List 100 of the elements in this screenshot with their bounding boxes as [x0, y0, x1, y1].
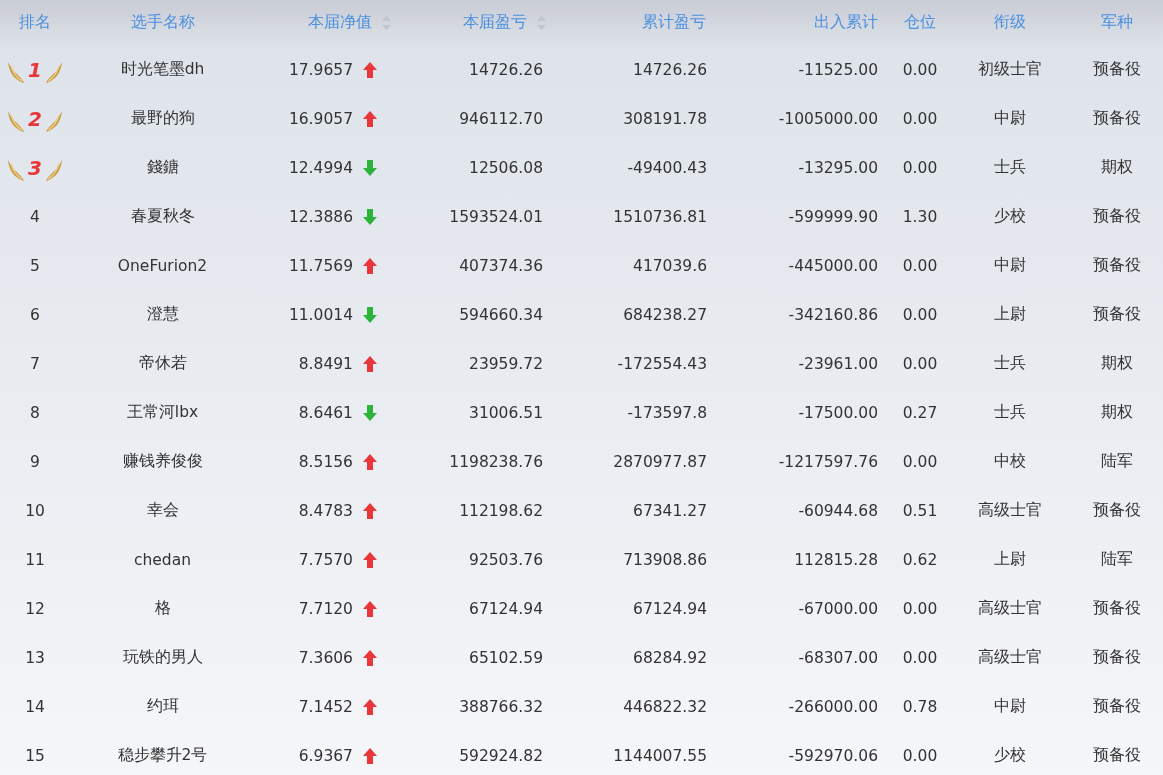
rank-number: 10 [25, 501, 45, 520]
column-header: 选手名称 [130, 12, 195, 33]
net-value: 11.7569 [288, 256, 353, 275]
player-name: 幸会 [146, 500, 179, 521]
net-value: 6.9367 [298, 746, 353, 765]
position-value: 0.00 [902, 452, 938, 471]
service-branch: 预备役 [1092, 59, 1141, 80]
profit-value: 12506.08 [469, 158, 543, 177]
service-branch: 预备役 [1092, 255, 1141, 276]
cumulative-profit: -172554.43 [617, 354, 707, 373]
rank-title: 初级士官 [978, 59, 1042, 80]
net-value: 8.6461 [298, 403, 353, 422]
rank-number: 15 [25, 746, 45, 765]
net-value: 8.4783 [298, 501, 353, 520]
in-out-total: -60944.68 [798, 501, 878, 520]
in-out-total: -68307.00 [798, 648, 878, 667]
cumulative-profit: 446822.32 [623, 697, 707, 716]
profit-value: 65102.59 [469, 648, 543, 667]
cumulative-profit: 68284.92 [633, 648, 707, 667]
service-branch: 预备役 [1092, 745, 1141, 766]
position-value: 0.00 [902, 354, 938, 373]
position-value: 0.51 [902, 501, 938, 520]
position-value: 0.00 [902, 599, 938, 618]
service-branch: 预备役 [1092, 500, 1141, 521]
cumulative-profit: 2870977.87 [613, 452, 707, 471]
service-branch: 预备役 [1092, 696, 1141, 717]
rank-number: 4 [30, 207, 40, 226]
rank-number: 14 [25, 697, 45, 716]
column-header: 出入累计 [814, 12, 878, 33]
rank-number: 7 [30, 354, 40, 373]
cumulative-profit: -49400.43 [627, 158, 707, 177]
rank-title: 中尉 [994, 108, 1026, 129]
position-value: 0.78 [902, 697, 938, 716]
service-branch: 陆军 [1100, 549, 1133, 570]
in-out-total: -599999.90 [788, 207, 878, 226]
in-out-total: -445000.00 [788, 256, 878, 275]
cumulative-profit: 308191.78 [623, 109, 707, 128]
profit-value: 23959.72 [469, 354, 543, 373]
net-value: 7.7120 [298, 599, 353, 618]
profit-value: 1198238.76 [449, 452, 543, 471]
service-branch: 陆军 [1100, 451, 1133, 472]
in-out-total: -1005000.00 [778, 109, 878, 128]
position-value: 0.00 [902, 256, 938, 275]
player-name: 赚钱养俊俊 [122, 451, 203, 472]
column-header: 衔级 [994, 12, 1026, 33]
net-value: 7.3606 [298, 648, 353, 667]
column-header: 仓位 [904, 12, 936, 33]
player-name: chedan [133, 550, 191, 569]
column-header: 排名 [19, 12, 51, 33]
cumulative-profit: 14726.26 [633, 60, 707, 79]
player-name: 最野的狗 [130, 108, 195, 129]
column-header[interactable]: 本届净值 [308, 12, 372, 33]
in-out-total: -17500.00 [798, 403, 878, 422]
in-out-total: -67000.00 [798, 599, 878, 618]
profit-value: 946112.70 [459, 109, 543, 128]
cumulative-profit: 713908.86 [623, 550, 707, 569]
rank-number: 2 [28, 106, 42, 131]
in-out-total: -592970.06 [788, 746, 878, 765]
cumulative-profit: -173597.8 [627, 403, 707, 422]
column-header: 军种 [1100, 12, 1133, 33]
rank-title: 中尉 [994, 255, 1026, 276]
profit-value: 1593524.01 [449, 207, 543, 226]
rank-number: 3 [28, 155, 42, 180]
profit-value: 31006.51 [469, 403, 543, 422]
profit-value: 594660.34 [459, 305, 543, 324]
rank-title: 士兵 [994, 353, 1026, 374]
net-value: 16.9057 [288, 109, 353, 128]
net-value: 12.4994 [288, 158, 353, 177]
position-value: 0.27 [902, 403, 938, 422]
net-value: 11.0014 [288, 305, 353, 324]
profit-value: 92503.76 [469, 550, 543, 569]
column-header[interactable]: 本届盈亏 [463, 12, 527, 33]
profit-value: 388766.32 [459, 697, 543, 716]
player-name: 帝休若 [138, 353, 187, 374]
position-value: 0.00 [902, 305, 938, 324]
rank-title: 士兵 [994, 402, 1026, 423]
position-value: 0.62 [902, 550, 938, 569]
service-branch: 预备役 [1092, 598, 1141, 619]
player-name: 玩铁的男人 [122, 647, 203, 668]
player-name: OneFurion2 [117, 256, 208, 275]
player-name: 春夏秋冬 [130, 206, 195, 227]
player-name: 澄慧 [146, 304, 179, 325]
player-name: 王常河lbx [126, 402, 199, 423]
position-value: 0.00 [902, 60, 938, 79]
in-out-total: -13295.00 [798, 158, 878, 177]
rank-title: 上尉 [994, 549, 1026, 570]
rank-title: 上尉 [994, 304, 1026, 325]
in-out-total: -266000.00 [788, 697, 878, 716]
rank-number: 1 [28, 57, 42, 82]
rank-title: 中尉 [994, 696, 1026, 717]
rank-title: 高级士官 [978, 647, 1042, 668]
net-value: 17.9657 [288, 60, 353, 79]
column-header: 累计盈亏 [642, 12, 706, 33]
service-branch: 预备役 [1092, 647, 1141, 668]
position-value: 0.00 [902, 648, 938, 667]
cumulative-profit: 1510736.81 [613, 207, 707, 226]
rank-number: 8 [30, 403, 40, 422]
profit-value: 67124.94 [469, 599, 543, 618]
cumulative-profit: 1144007.55 [613, 746, 707, 765]
in-out-total: 112815.28 [794, 550, 878, 569]
